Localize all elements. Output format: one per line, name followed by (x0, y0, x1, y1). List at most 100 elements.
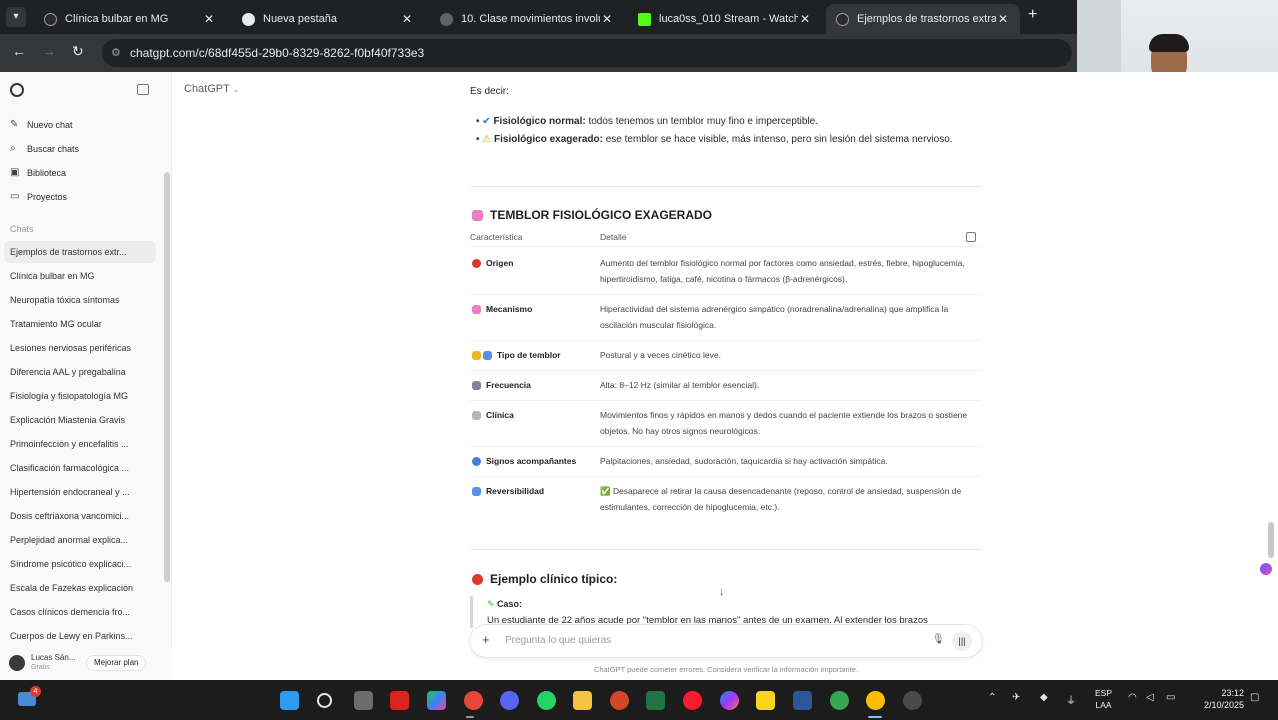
obs-icon[interactable] (903, 691, 922, 710)
discord-icon[interactable] (500, 691, 519, 710)
chat-history-item[interactable]: Hipertensión endocraneal y ... (4, 481, 156, 503)
whatsapp-icon[interactable] (537, 691, 556, 710)
file-explorer-icon[interactable] (573, 691, 592, 710)
tab-close-icon[interactable]: ✕ (600, 12, 614, 26)
tab-close-icon[interactable]: ✕ (400, 12, 414, 26)
search-icon[interactable] (317, 693, 332, 708)
tab-close-icon[interactable]: ✕ (798, 12, 812, 26)
disclaimer: ChatGPT puede cometer errores. Considera… (593, 665, 859, 674)
battery-icon[interactable]: ▭ (1166, 692, 1175, 703)
chat-history-item[interactable]: Clínica bulbar en MG (4, 265, 156, 287)
forward-arrow-icon[interactable]: → (42, 43, 56, 59)
tab-close-icon[interactable]: ✕ (996, 12, 1010, 26)
chatgpt-logo-icon[interactable] (10, 83, 24, 97)
notifications-icon[interactable]: ▢ (1250, 692, 1259, 703)
upgrade-plan-button[interactable]: Mejorar plan (86, 655, 147, 671)
chat-history-item[interactable]: Lesiones nerviosas periféricas (4, 337, 156, 359)
case-label-text: Caso: (497, 599, 523, 609)
word-icon[interactable] (793, 691, 812, 710)
divider (470, 549, 982, 550)
system-clock[interactable]: 23:12 2/10/2025 (1196, 687, 1244, 711)
task-view-icon[interactable] (354, 691, 373, 710)
chat-history-item[interactable]: Perplejidad anormal explica... (4, 529, 156, 551)
language-indicator[interactable]: ESP LAA (1095, 687, 1112, 711)
opera-icon[interactable] (683, 691, 702, 710)
table-row-feature: Signos acompañantes (472, 456, 576, 466)
copilot-icon[interactable] (427, 691, 446, 710)
avatar[interactable] (9, 655, 25, 671)
sidebar-scrollbar[interactable] (164, 172, 170, 582)
library-icon: ▣ (10, 167, 20, 178)
sidebar-new-chat[interactable]: ✎ Nuevo chat (10, 119, 73, 130)
site-info-icon[interactable]: ⚙ (111, 46, 121, 59)
tab-close-icon[interactable]: ✕ (202, 12, 216, 26)
excel-icon[interactable] (646, 691, 665, 710)
message-composer[interactable]: + Pregunta lo que quieras 🎙 ||| (470, 625, 982, 657)
address-bar[interactable]: ⚙ chatgpt.com/c/68df455d-29b0-8329-8262-… (102, 39, 1072, 67)
new-tab-button[interactable]: + (1028, 6, 1037, 24)
chat-history-item[interactable]: Escala de Fazekas explicación (4, 577, 156, 599)
main-scrollbar[interactable] (1268, 522, 1274, 558)
tray-app-icon[interactable]: ✈ (1012, 692, 1020, 703)
feature-label: Tipo de temblor (497, 350, 561, 360)
voice-mode-icon[interactable]: ||| (952, 631, 972, 651)
chat-history-item[interactable]: Explicación Miastenia Gravis (4, 409, 156, 431)
chat-history-item[interactable]: Diferencia AAL y pregabalina (4, 361, 156, 383)
chat-history-item[interactable]: Casos clínicos demencia fro... (4, 601, 156, 623)
composer-input[interactable]: Pregunta lo que quieras (505, 635, 611, 646)
volume-icon[interactable]: ◁ (1146, 692, 1154, 703)
chat-history-item[interactable]: Fisiología y fisiopatología MG (4, 385, 156, 407)
powerpoint-icon[interactable] (610, 691, 629, 710)
sticky-notes-icon[interactable] (756, 691, 775, 710)
chat-history-item[interactable]: Neuropatía tóxica síntomas (4, 289, 156, 311)
tab-title: luca0ss_010 Stream - Watch Li (659, 13, 798, 25)
section-title-text: TEMBLOR FISIOLÓGICO EXAGERADO (490, 208, 713, 222)
table-divider (470, 340, 982, 341)
sidebar-library[interactable]: ▣ Biblioteca (10, 167, 66, 178)
feature-label: Frecuencia (486, 380, 531, 390)
microphone-icon[interactable]: 🎙 (932, 634, 945, 645)
chat-history-item[interactable]: Tratamiento MG ocular (4, 313, 156, 335)
tray-overflow-icon[interactable]: ⌃ (988, 692, 996, 703)
table-header-feature: Característica (470, 232, 523, 242)
table-row-detail: Hiperactividad del sistema adrenérgico s… (600, 304, 949, 330)
table-divider (470, 370, 982, 371)
chat-history-item-active[interactable]: Ejemplos de trastornos extr... (4, 241, 156, 263)
wifi-icon[interactable]: ◠ (1128, 692, 1137, 703)
browser-tab[interactable]: luca0ss_010 Stream - Watch Li ✕ (628, 4, 822, 34)
extension-icon[interactable] (1260, 563, 1272, 575)
user-account[interactable]: Lucas Sán... Gratis Mejorar plan (0, 646, 172, 680)
bullet-text: ese temblor se hace visible, más intenso… (602, 134, 953, 145)
scroll-down-arrow-icon[interactable]: ↓ (719, 586, 725, 598)
browser-tab[interactable]: Clínica bulbar en MG ✕ (34, 4, 226, 34)
webcam-person-hair (1149, 34, 1189, 52)
browser-tab-active[interactable]: Ejemplos de trastornos extrapi ✕ (826, 4, 1020, 34)
chrome-icon[interactable] (464, 691, 483, 710)
copy-table-icon[interactable] (966, 232, 976, 242)
chat-history-item[interactable]: Clasificación farmacológica ... (4, 457, 156, 479)
sidebar-search-chats[interactable]: ⌕ Buscar chats (10, 143, 79, 154)
browser-tab[interactable]: 10. Clase movimientos involunt ✕ (430, 4, 624, 34)
chat-history-item[interactable]: Primoinfección y encefalitis ... (4, 433, 156, 455)
chat-history-item[interactable]: Síndrome psicótico explicaci... (4, 553, 156, 575)
messenger-icon[interactable] (720, 691, 739, 710)
add-attachment-icon[interactable]: + (482, 632, 490, 647)
tab-search-button[interactable]: ▾ (6, 7, 26, 27)
defender-icon[interactable]: ◆ (1040, 692, 1048, 703)
hand-icon (472, 350, 481, 360)
usb-icon[interactable]: ⏚ (1066, 692, 1076, 707)
browser-tab[interactable]: Nueva pestaña ✕ (232, 4, 424, 34)
table-divider (470, 246, 982, 247)
reload-icon[interactable]: ↻ (72, 43, 84, 60)
table-row-detail: Movimientos finos y rápidos en manos y d… (600, 410, 968, 436)
chat-history-item[interactable]: Dosis ceftriaxona vancomici... (4, 505, 156, 527)
sidebar-projects[interactable]: ▭ Proyectos (10, 191, 67, 202)
chrome-profile-icon[interactable] (830, 691, 849, 710)
model-selector[interactable]: ChatGPT ⌄ (184, 83, 239, 95)
acrobat-icon[interactable] (390, 691, 409, 710)
chat-history-item[interactable]: Cuerpos de Lewy en Parkins... (4, 625, 156, 647)
sidebar-toggle-icon[interactable] (137, 84, 149, 95)
start-icon[interactable] (280, 691, 299, 710)
back-arrow-icon[interactable]: ← (12, 43, 26, 59)
chrome-active-icon[interactable] (866, 691, 885, 710)
